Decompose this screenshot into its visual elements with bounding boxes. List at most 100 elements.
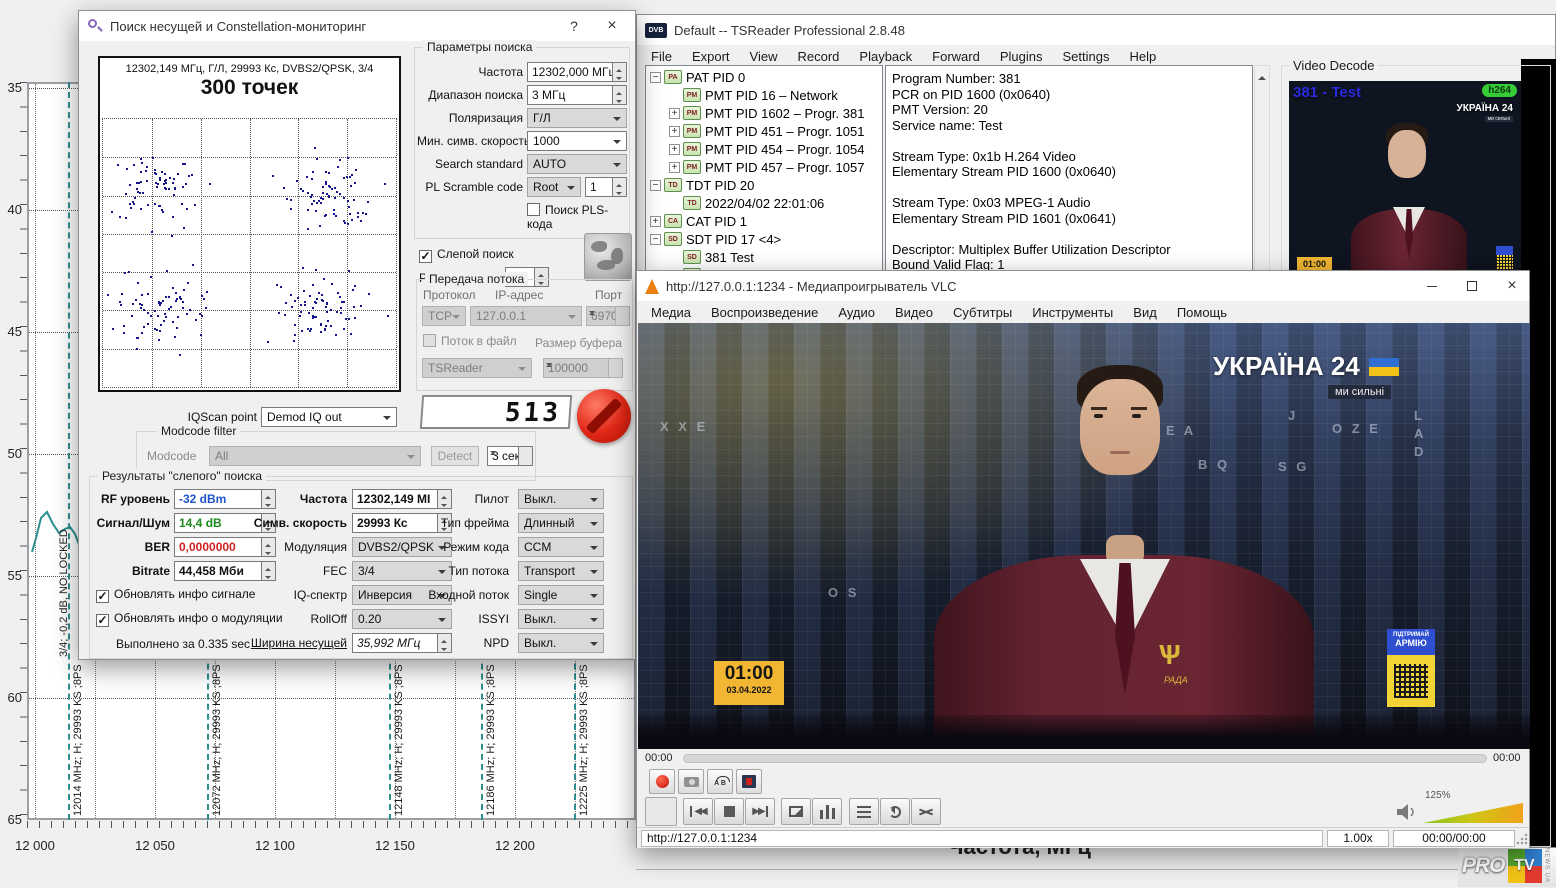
result-select[interactable]: Выкл. xyxy=(518,609,604,629)
vlc-titlebar[interactable]: http://127.0.0.1:1234 - Медиапроигрывате… xyxy=(637,271,1529,301)
tree-item[interactable]: −SD381 Test xyxy=(646,248,882,266)
blind-search-checkbox[interactable]: ✓Слепой поиск xyxy=(419,247,514,263)
expand-icon[interactable]: + xyxy=(669,162,680,173)
stream-to-file-checkbox[interactable]: Поток в файл xyxy=(423,334,517,348)
iqscan-select[interactable]: Demod IQ out xyxy=(261,407,397,427)
menu-item-forward[interactable]: Forward xyxy=(922,47,990,66)
menu-item-playback[interactable]: Playback xyxy=(849,47,922,66)
result-select[interactable]: Transport xyxy=(518,561,604,581)
menu-item-record[interactable]: Record xyxy=(787,47,849,66)
param-spinner[interactable]: 3 МГц xyxy=(527,85,627,105)
pause-button[interactable] xyxy=(645,797,677,826)
param-select[interactable]: AUTO xyxy=(527,154,627,174)
tree-item[interactable]: +CACAT PID 1 xyxy=(646,212,882,230)
status-url[interactable]: http://127.0.0.1:1234 xyxy=(641,830,1323,847)
param-select[interactable]: Г/Л xyxy=(527,108,627,128)
blind-search-box[interactable]: ✓ xyxy=(419,250,432,263)
tree-item[interactable]: −PMPMT PID 16 – Network xyxy=(646,86,882,104)
tree-item[interactable]: +PMPMT PID 1602 – Progr. 381 xyxy=(646,104,882,122)
seek-bar[interactable] xyxy=(683,754,1487,763)
collapse-icon[interactable]: − xyxy=(650,234,661,245)
maximize-icon[interactable] xyxy=(1455,271,1489,301)
volume-slider[interactable] xyxy=(1423,803,1523,823)
ip-select[interactable]: 127.0.0.1 xyxy=(470,306,582,326)
vlc-video-area[interactable]: X X EE AB QS GJO Z ELADO S Ѱ РАДА xyxy=(638,323,1530,749)
loop-button[interactable] xyxy=(880,798,910,825)
menu-item-settings[interactable]: Settings xyxy=(1052,47,1119,66)
playback-rate[interactable]: 1.00x xyxy=(1327,830,1389,847)
pls-box[interactable] xyxy=(527,203,540,216)
detect-interval-spinner[interactable]: 3 сек xyxy=(487,446,533,466)
snapshot-button[interactable] xyxy=(678,769,704,794)
tree-item[interactable]: +PMPMT PID 457 – Progr. 1057 xyxy=(646,158,882,176)
pls-checkbox[interactable]: Поиск PLS-кода xyxy=(527,203,629,231)
tree-item[interactable]: +PMPMT PID 454 – Progr. 1054 xyxy=(646,140,882,158)
close-icon[interactable]: × xyxy=(595,11,629,41)
vlc-menu-item[interactable]: Видео xyxy=(885,303,943,322)
record-button[interactable] xyxy=(649,769,675,794)
speaker-icon[interactable] xyxy=(1395,803,1417,821)
vlc-menu-item[interactable]: Вид xyxy=(1123,303,1167,322)
port-spinner[interactable]: 6970 xyxy=(586,306,630,326)
collapse-icon[interactable]: − xyxy=(650,180,661,191)
result-select[interactable]: Выкл. xyxy=(518,633,604,653)
param-spinner[interactable]: 12302,000 МГц xyxy=(527,62,627,82)
result-select[interactable]: Выкл. xyxy=(518,489,604,509)
frame-step-button[interactable] xyxy=(736,769,762,794)
update-signal-checkbox[interactable]: ✓Обновлять инфо сигнале xyxy=(96,587,255,603)
result-select[interactable]: Длинный xyxy=(518,513,604,533)
constellation-point xyxy=(154,203,156,205)
fullscreen-button[interactable] xyxy=(781,798,811,825)
buffer-spinner[interactable]: 100000 xyxy=(543,358,623,378)
menu-item-view[interactable]: View xyxy=(740,47,788,66)
vlc-menu-item[interactable]: Аудио xyxy=(828,303,885,322)
expand-icon[interactable]: + xyxy=(650,216,661,227)
vlc-menu-item[interactable]: Субтитры xyxy=(943,303,1022,322)
stop-icon[interactable] xyxy=(577,389,631,443)
expand-icon[interactable]: + xyxy=(669,144,680,155)
carrier-width-link[interactable]: Ширина несущей xyxy=(240,633,347,653)
constellation-point xyxy=(360,305,362,307)
param-select[interactable]: 1000 xyxy=(527,131,627,151)
close-icon[interactable]: × xyxy=(1495,271,1529,301)
playlist-button[interactable] xyxy=(849,798,879,825)
ab-loop-button[interactable]: A B xyxy=(707,769,733,794)
param-select[interactable]: Root xyxy=(527,177,581,197)
menu-item-export[interactable]: Export xyxy=(682,47,740,66)
protocol-select[interactable]: TCP xyxy=(422,306,466,326)
vlc-menu-item[interactable]: Инструменты xyxy=(1022,303,1123,322)
param-spinner[interactable]: 1 xyxy=(585,177,627,197)
expand-icon[interactable]: + xyxy=(669,126,680,137)
minimize-icon[interactable] xyxy=(1415,271,1449,301)
help-button[interactable]: ? xyxy=(557,11,591,41)
tree-item[interactable]: +PMPMT PID 451 – Progr. 1051 xyxy=(646,122,882,140)
detect-button[interactable]: Detect xyxy=(431,446,479,466)
previous-button[interactable]: ◀◀ xyxy=(683,798,713,825)
resize-grip[interactable] xyxy=(1516,833,1528,845)
tsreader-titlebar[interactable]: DVB Default -- TSReader Professional 2.8… xyxy=(637,15,1555,45)
collapse-icon[interactable]: − xyxy=(650,72,661,83)
menu-item-help[interactable]: Help xyxy=(1119,47,1166,66)
tree-item[interactable]: −TDTDT PID 20 xyxy=(646,176,882,194)
next-button[interactable]: ▶▶ xyxy=(745,798,775,825)
tree-item[interactable]: −PAPAT PID 0 xyxy=(646,68,882,86)
menu-item-file[interactable]: File xyxy=(641,47,682,66)
stream-target-select[interactable]: TSReader xyxy=(422,358,532,378)
stop-button[interactable] xyxy=(714,798,744,825)
expand-icon[interactable]: + xyxy=(669,108,680,119)
carrier-search-titlebar[interactable]: Поиск несущей и Constellation-мониторинг… xyxy=(79,11,635,41)
tree-item[interactable]: −TD2022/04/02 22:01:06 xyxy=(646,194,882,212)
tree-item[interactable]: −SDSDT PID 17 <4> xyxy=(646,230,882,248)
constellation-point xyxy=(348,206,350,208)
menu-item-plugins[interactable]: Plugins xyxy=(990,47,1053,66)
stream-to-file-box[interactable] xyxy=(423,334,436,347)
result-select[interactable]: CCM xyxy=(518,537,604,557)
modcode-select[interactable]: All xyxy=(209,446,421,466)
result-select[interactable]: Single xyxy=(518,585,604,605)
extended-settings-button[interactable] xyxy=(812,798,842,825)
vlc-menu-item[interactable]: Медиа xyxy=(641,303,701,322)
vlc-menu-item[interactable]: Помощь xyxy=(1167,303,1237,322)
shuffle-button[interactable] xyxy=(911,798,941,825)
vlc-menu-item[interactable]: Воспроизведение xyxy=(701,303,828,322)
scroll-up-icon[interactable] xyxy=(1255,66,1269,82)
